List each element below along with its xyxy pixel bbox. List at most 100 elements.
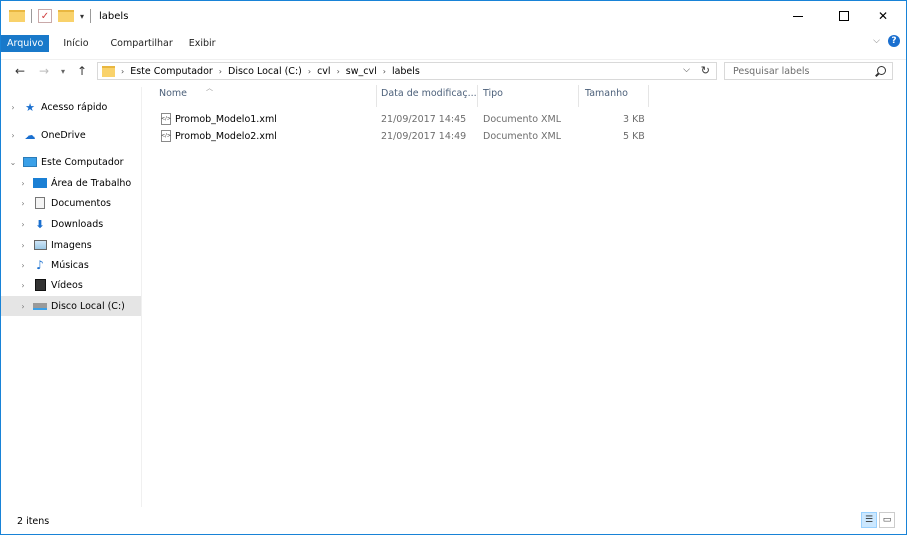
file-row[interactable]: </> Promob_Modelo2.xml 21/09/2017 14:49 … [159, 128, 649, 146]
new-folder-icon[interactable] [58, 10, 74, 22]
nav-item-this-pc[interactable]: ⌄ Este Computador [1, 152, 141, 172]
breadcrumb-labels[interactable]: labels [392, 66, 420, 77]
folder-icon [9, 10, 25, 22]
nav-item-label: Vídeos [51, 279, 83, 291]
nav-item-label: OneDrive [41, 129, 86, 141]
nav-item-music[interactable]: › ♪ Músicas [1, 255, 141, 275]
breadcrumb-sw-cvl[interactable]: sw_cvl [346, 66, 377, 77]
nav-item-desktop[interactable]: › Área de Trabalho [1, 173, 141, 193]
close-button[interactable]: ✕ [860, 1, 906, 31]
column-header-date[interactable]: Data de modificaç... [381, 88, 477, 102]
recent-locations-icon[interactable]: ▾ [61, 63, 65, 79]
nav-item-label: Imagens [51, 239, 92, 251]
tab-file[interactable]: Arquivo [1, 35, 50, 52]
breadcrumb-separator-icon[interactable]: › [308, 67, 311, 76]
drive-icon [33, 300, 47, 312]
file-type: Documento XML [483, 114, 562, 125]
ribbon-tabs: Arquivo Início Compartilhar Exibir ⌵ ? [1, 35, 906, 52]
title-bar: ✓ ▾ labels ✕ [1, 1, 906, 31]
status-bar: 2 itens ☰ ▭ [1, 509, 906, 534]
large-icons-view-icon: ▭ [882, 515, 892, 525]
file-type: Documento XML [483, 131, 562, 142]
expand-arrow-icon[interactable]: › [17, 302, 29, 311]
breadcrumb-separator-icon[interactable]: › [383, 67, 386, 76]
search-input[interactable] [733, 65, 863, 77]
breadcrumb-cvl[interactable]: cvl [317, 66, 331, 77]
nav-item-label: Disco Local (C:) [51, 300, 125, 312]
nav-item-pictures[interactable]: › Imagens [1, 235, 141, 255]
nav-item-label: Acesso rápido [41, 101, 108, 113]
nav-item-label: Este Computador [41, 156, 124, 168]
document-icon [33, 197, 47, 209]
column-header-type[interactable]: Tipo [483, 88, 503, 102]
large-icons-view-button[interactable]: ▭ [879, 512, 895, 528]
help-icon[interactable]: ? [888, 35, 900, 47]
tab-view[interactable]: Exibir [181, 35, 224, 52]
computer-icon [23, 156, 37, 168]
customize-toolbar-icon[interactable]: ▾ [80, 12, 84, 21]
properties-icon[interactable]: ✓ [38, 9, 52, 23]
nav-item-downloads[interactable]: › ⬇ Downloads [1, 214, 141, 234]
breadcrumb-local-disk[interactable]: Disco Local (C:) [228, 66, 302, 77]
expand-arrow-icon[interactable]: › [17, 179, 29, 188]
column-divider[interactable] [578, 85, 579, 107]
nav-item-onedrive[interactable]: › ☁ OneDrive [1, 125, 141, 145]
toolbar-divider [90, 9, 92, 23]
navigation-pane: › ★ Acesso rápido › ☁ OneDrive ⌄ Este Co… [1, 87, 142, 507]
minimize-button[interactable] [775, 1, 821, 31]
details-view-icon: ☰ [864, 515, 874, 525]
breadcrumb-separator-icon[interactable]: › [121, 67, 124, 76]
xml-file-icon: </> [161, 130, 171, 142]
column-divider[interactable] [376, 85, 377, 107]
folder-icon [102, 65, 115, 77]
search-box[interactable] [724, 62, 893, 80]
nav-item-label: Documentos [51, 197, 111, 209]
navigation-bar: ← → ▾ ↑ › Este Computador › Disco Local … [1, 59, 906, 81]
file-date: 21/09/2017 14:49 [381, 131, 467, 142]
nav-item-documents[interactable]: › Documentos [1, 193, 141, 213]
explorer-window: ✓ ▾ labels ✕ Arquivo Início Compartilhar… [0, 0, 907, 535]
search-icon[interactable] [877, 66, 886, 75]
nav-item-label: Downloads [51, 218, 104, 230]
forward-arrow-icon[interactable]: → [39, 63, 49, 79]
breadcrumb-separator-icon[interactable]: › [219, 67, 222, 76]
item-count: 2 itens [17, 516, 50, 527]
back-arrow-icon[interactable]: ← [15, 63, 25, 79]
tab-share[interactable]: Compartilhar [97, 35, 181, 52]
expand-arrow-icon[interactable]: › [17, 241, 29, 250]
ribbon-controls: ⌵ ? [873, 35, 900, 47]
nav-item-quick-access[interactable]: › ★ Acesso rápido [1, 97, 141, 117]
expand-ribbon-icon[interactable]: ⌵ [873, 36, 880, 46]
details-view-button[interactable]: ☰ [861, 512, 877, 528]
tab-home[interactable]: Início [49, 35, 96, 52]
quick-access-toolbar: ✓ ▾ labels [9, 9, 128, 23]
up-arrow-icon[interactable]: ↑ [77, 63, 87, 79]
column-header-size[interactable]: Tamanho [585, 88, 628, 102]
image-icon [33, 239, 47, 251]
nav-item-local-disk[interactable]: › Disco Local (C:) [1, 296, 141, 316]
expand-arrow-icon[interactable]: › [7, 131, 19, 140]
expand-arrow-icon[interactable]: › [17, 261, 29, 270]
expand-arrow-icon[interactable]: › [17, 281, 29, 290]
column-divider[interactable] [477, 85, 478, 107]
collapse-arrow-icon[interactable]: ⌄ [7, 158, 19, 167]
file-row[interactable]: </> Promob_Modelo1.xml 21/09/2017 14:45 … [159, 111, 649, 129]
column-divider[interactable] [648, 85, 649, 107]
maximize-icon [839, 11, 849, 21]
expand-arrow-icon[interactable]: › [7, 103, 19, 112]
address-bar[interactable]: › Este Computador › Disco Local (C:) › c… [97, 62, 717, 80]
breadcrumb-separator-icon[interactable]: › [337, 67, 340, 76]
window-title: labels [99, 10, 129, 22]
expand-arrow-icon[interactable]: › [17, 220, 29, 229]
refresh-icon[interactable]: ↻ [701, 64, 710, 77]
music-icon: ♪ [36, 258, 44, 272]
breadcrumb-this-pc[interactable]: Este Computador [130, 66, 213, 77]
expand-arrow-icon[interactable]: › [17, 199, 29, 208]
file-date: 21/09/2017 14:45 [381, 114, 467, 125]
nav-item-videos[interactable]: › Vídeos [1, 275, 141, 295]
close-icon: ✕ [877, 9, 889, 23]
file-size: 3 KB [623, 114, 645, 125]
address-dropdown-icon[interactable]: ⌵ [683, 65, 690, 75]
column-header-name[interactable]: Nome [159, 88, 187, 102]
nav-item-label: Músicas [51, 259, 89, 271]
